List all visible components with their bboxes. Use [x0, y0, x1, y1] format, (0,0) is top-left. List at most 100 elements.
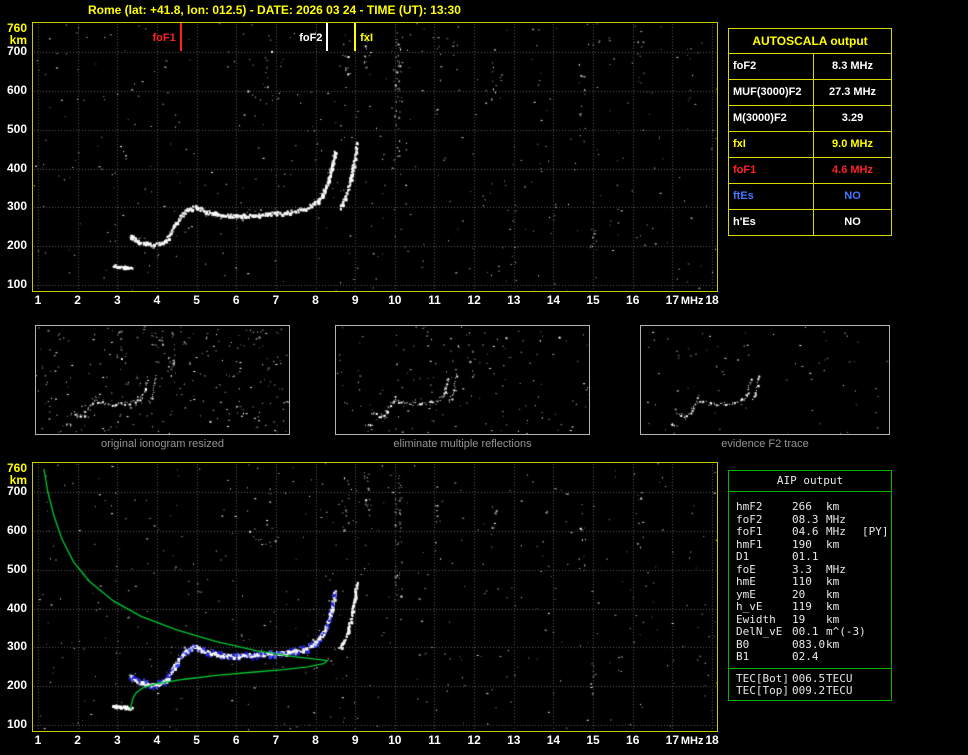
x-tick-label: 17: [665, 733, 680, 747]
autoscala-output-panel: AUTOSCALA output foF2 8.3 MHz MUF(3000)F2 2…: [728, 28, 892, 236]
thumbnail-canvas-original: [36, 326, 289, 434]
aip-value: 02.4: [792, 650, 819, 663]
x-tick-label: 15: [586, 733, 600, 747]
autoscala-param: foF1: [729, 158, 814, 183]
ionogram-plot-bottom: [32, 462, 718, 732]
x-tick-label: 2: [74, 733, 81, 747]
aip-output-panel: AIP output hmF2 266 km foF2 08.3 MHz foF1 04.6 M…: [728, 470, 892, 701]
aip-param: B1: [736, 650, 750, 663]
autoscala-row-foF2: foF2 8.3 MHz: [729, 54, 891, 80]
autoscala-value: 4.6 MHz: [832, 164, 873, 176]
y-tick-label: 400: [6, 600, 27, 615]
ionogram-canvas-bottom: [33, 463, 717, 731]
aip-param: hmE: [736, 575, 756, 588]
autoscala-row-h'Es: h'Es NO: [729, 210, 891, 235]
aip-tec-rows: TEC[Bot] 006.5 TECU TEC[Top] 009.2 TECU: [729, 671, 891, 698]
aip-row-DelN_vE: DelN_vE 00.1 m^(-3): [736, 625, 891, 639]
x-tick-label: 6: [232, 733, 240, 747]
aip-unit: m^(-3): [826, 625, 866, 638]
aip-unit: km: [826, 575, 840, 588]
y-tick-label: 500: [6, 561, 27, 576]
x-tick-label: 3: [113, 293, 121, 307]
y-axis-unit: km: [9, 473, 27, 487]
aip-value: 00.1: [792, 625, 819, 638]
autoscala-row-foF1: foF1 4.6 MHz: [729, 158, 891, 184]
aip-param: D1: [736, 550, 750, 563]
x-tick-label: 1: [34, 733, 42, 747]
x-tick-label: 11: [428, 733, 441, 747]
autoscala-value: 27.3 MHz: [828, 86, 877, 98]
thumbnail-f2-trace: evidence F2 trace: [640, 325, 890, 450]
aip-value: 110: [792, 575, 812, 588]
y-tick-label: 500: [6, 121, 27, 136]
aip-row-hmF2: hmF2 266 km: [736, 500, 891, 514]
autoscala-row-fxI: fxI 9.0 MHz: [729, 132, 891, 158]
aip-row-foE: foE 3.3 MHz: [736, 563, 891, 577]
aip-unit: km: [826, 600, 840, 613]
aip-value: 04.6: [792, 525, 819, 538]
x-tick-label: 7: [272, 733, 280, 747]
aip-param: h_vE: [736, 600, 763, 613]
autoscala-value: NO: [844, 216, 861, 228]
aip-param: hmF2: [736, 500, 763, 513]
x-tick-label: 2: [74, 293, 81, 307]
x-tick-label: 14: [546, 733, 561, 747]
autoscala-param: h'Es: [729, 210, 814, 235]
ionogram-plot-top: foF1 foF2 fxI: [32, 22, 718, 292]
ionogram-canvas-top: [33, 23, 717, 291]
y-tick-label: 200: [6, 238, 27, 253]
thumbnail-box: [640, 325, 890, 435]
thumbnail-canvas-no-multiples: [336, 326, 589, 434]
aip-separator: [729, 667, 891, 669]
aip-value: 01.1: [792, 550, 819, 563]
autoscala-param: MUF(3000)F2: [729, 80, 814, 105]
aip-tec-row-TEC[Top]: TEC[Top] 009.2 TECU: [736, 684, 891, 698]
x-tick-label: 13: [507, 733, 521, 747]
autoscala-row-MUF(3000)F2: MUF(3000)F2 27.3 MHz: [729, 80, 891, 106]
aip-row-B1: B1 02.4: [736, 650, 891, 664]
aip-row-foF1: foF1 04.6 MHz [PY]: [736, 525, 891, 539]
autoscala-param: M(3000)F2: [729, 106, 814, 131]
x-tick-label: 12: [467, 293, 481, 307]
thumbnail-box: [35, 325, 290, 435]
y-tick-label: 600: [6, 523, 27, 538]
x-tick-label: 15: [586, 293, 600, 307]
aip-unit: km: [826, 500, 840, 513]
x-axis-unit: MHz: [680, 735, 704, 747]
x-tick-label: 5: [193, 733, 200, 747]
aip-unit: [826, 551, 860, 564]
x-tick-label: 7: [272, 293, 280, 307]
ionogram-panel-top: foF1 foF2 fxI 760 700 600 500 400 300 200 100 km 1 2…: [0, 20, 720, 322]
aip-param: DelN_vE: [736, 625, 783, 638]
aip-value: 119: [792, 600, 812, 613]
autoscala-param: ftEs: [729, 184, 814, 209]
y-tick-label: 400: [6, 160, 27, 175]
x-tick-label: 4: [153, 733, 161, 747]
y-tick-label: 700: [6, 484, 27, 499]
y-tick-label: 700: [6, 44, 27, 59]
aip-row-h_vE: h_vE 119 km: [736, 600, 891, 614]
y-tick-label: 300: [6, 199, 27, 214]
y-tick-label: 200: [6, 678, 27, 693]
aip-unit: TECU: [826, 684, 853, 697]
aip-note: [PY]: [862, 525, 889, 538]
x-tick-label: 17: [665, 293, 680, 307]
y-tick-label: 100: [6, 717, 27, 731]
x-tick-label: 9: [351, 733, 359, 747]
x-tick-label: 9: [351, 293, 359, 307]
autoscala-param: fxI: [729, 132, 814, 157]
x-tick-label: 8: [312, 293, 319, 307]
autoscala-param: foF2: [729, 54, 814, 79]
thumbnail-caption: evidence F2 trace: [721, 438, 809, 450]
x-tick-label: 11: [428, 293, 441, 307]
x-tick-label: 14: [546, 293, 561, 307]
autoscala-panel-title: AUTOSCALA output: [729, 29, 891, 54]
aip-unit: [826, 651, 860, 664]
x-tick-label: 16: [626, 293, 640, 307]
y-tick-label: 100: [6, 277, 27, 291]
aip-row-D1: D1 01.1: [736, 550, 891, 564]
y-axis-unit: km: [9, 33, 27, 47]
thumbnail-original-ionogram: original ionogram resized: [35, 325, 290, 450]
aip-row-hmE: hmE 110 km: [736, 575, 891, 589]
x-tick-label: 10: [388, 293, 402, 307]
